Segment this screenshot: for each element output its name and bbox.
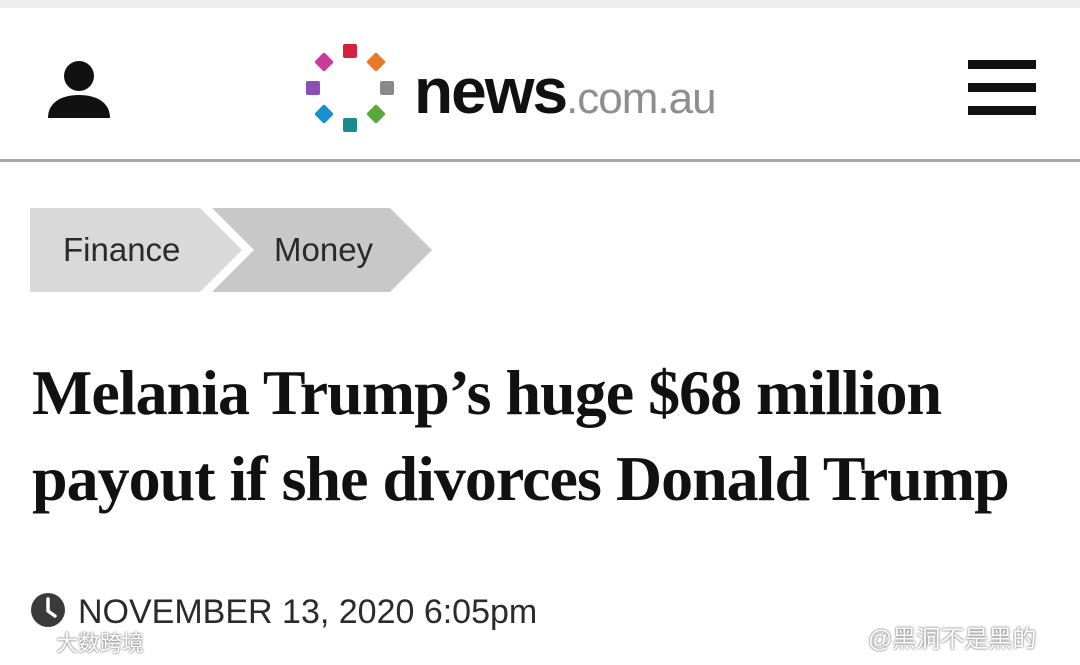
breadcrumb: Finance Money [30,208,440,292]
logo-dot-magenta [314,52,334,72]
top-divider [0,0,1080,8]
site-header: news.com.au [0,8,1080,162]
watermark-right: @黑洞不是黑的 [820,620,1076,660]
dashuju-logo-icon [9,633,46,655]
article-page: news.com.au Finance Money Melania Trump’… [0,0,1080,665]
logo-dot-gray [380,81,394,95]
logo-wordmark: news.com.au [414,54,717,128]
logo-dot-blue [314,104,334,124]
logo-dot-orange [366,52,386,72]
breadcrumb-item-money[interactable]: Money [212,208,432,292]
breadcrumb-label: Money [274,231,374,268]
clock-icon [31,593,65,627]
site-logo[interactable]: news.com.au [300,40,800,140]
menu-button[interactable] [966,58,1038,118]
menu-bar-middle [968,83,1036,92]
logo-dot-red [343,44,357,58]
watermark-left-text: 大数跨境 [56,631,145,656]
menu-bar-top [968,60,1036,69]
logo-dot-green [366,104,386,124]
breadcrumb-item-finance[interactable]: Finance [30,208,242,292]
user-silhouette-icon [48,61,110,118]
logo-wordmark-tld: .com.au [566,74,717,123]
logo-dot-purple [306,81,320,95]
menu-bar-bottom [968,106,1036,115]
article-headline: Melania Trump’s huge $68 million payout … [32,357,1010,514]
watermark-right-text: @黑洞不是黑的 [868,626,1037,653]
watermark-left: 大数跨境 [8,626,158,662]
account-button[interactable] [44,56,114,126]
logo-dots-icon [306,44,394,132]
weibo-icon [820,628,862,656]
logo-dot-teal [343,118,357,132]
logo-wordmark-main: news [414,55,568,127]
breadcrumb-label: Finance [63,231,181,268]
